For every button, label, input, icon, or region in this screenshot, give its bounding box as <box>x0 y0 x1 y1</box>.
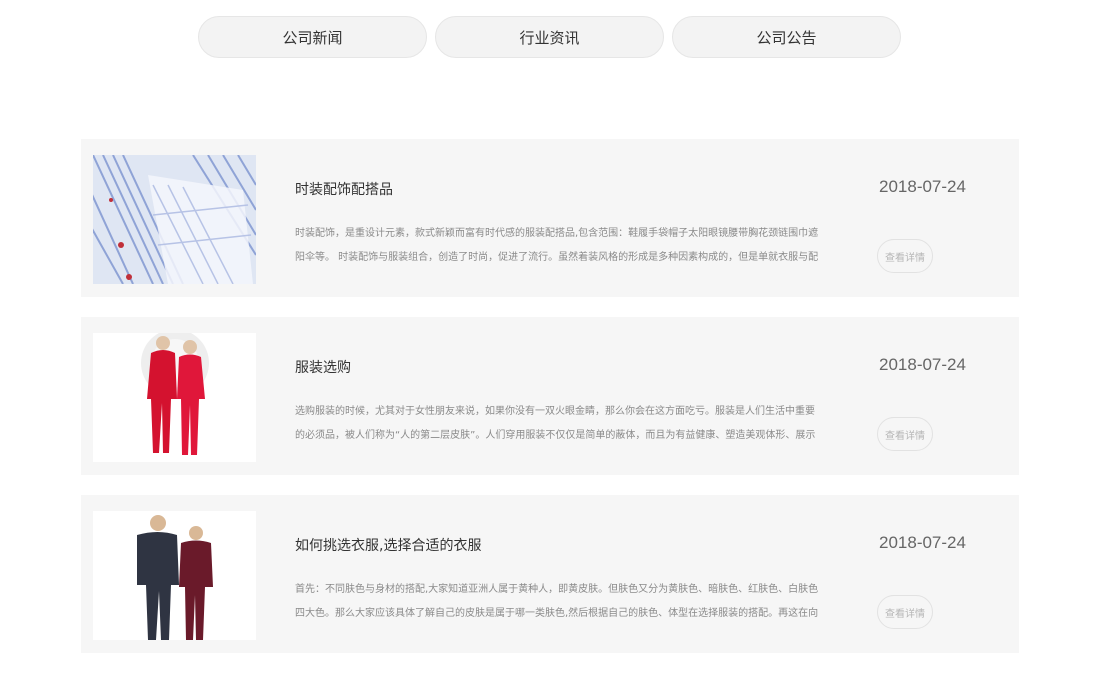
view-details-button[interactable]: 查看详情 <box>877 595 933 629</box>
news-title[interactable]: 服装选购 <box>295 357 351 377</box>
tab-company-announcement[interactable]: 公司公告 <box>672 16 901 58</box>
tab-company-news[interactable]: 公司新闻 <box>198 16 427 58</box>
red-thermal-couple-photo <box>93 333 256 462</box>
view-details-button[interactable]: 查看详情 <box>877 239 933 273</box>
tab-label: 行业资讯 <box>519 28 580 47</box>
news-summary: 选购服装的时候，尤其对于女性朋友来说，如果你没有一双火眼金睛，那么你会在这方面吃… <box>295 406 816 441</box>
news-summary: 首先：不同肤色与身材的搭配,大家知道亚洲人属于黄种人，即黄皮肤。但肤色又分为黄肤… <box>295 584 819 619</box>
news-date: 2018-07-24 <box>879 355 966 374</box>
news-title[interactable]: 如何挑选衣服,选择合适的衣服 <box>295 535 481 555</box>
news-thumbnail[interactable] <box>93 511 256 640</box>
news-date: 2018-07-24 <box>879 177 966 196</box>
news-list: 时装配饰配搭品 时装配饰，是重设计元素，款式新颖而富有时代感的服装配搭品,包含范… <box>81 139 1019 673</box>
news-thumbnail[interactable] <box>93 333 256 462</box>
news-category-tabs: 公司新闻 行业资讯 公司公告 <box>198 16 901 58</box>
news-item: 服装选购 选购服装的时候，尤其对于女性朋友来说，如果你没有一双火眼金睛，那么你会… <box>81 317 1019 475</box>
news-title[interactable]: 时装配饰配搭品 <box>295 179 393 199</box>
tab-label: 公司公告 <box>756 28 817 47</box>
news-thumbnail[interactable] <box>93 155 256 284</box>
tab-label: 公司新闻 <box>282 28 343 47</box>
news-date: 2018-07-24 <box>879 533 966 552</box>
striped-dress-photo <box>93 155 256 284</box>
view-details-button[interactable]: 查看详情 <box>877 417 933 451</box>
tab-industry-info[interactable]: 行业资讯 <box>435 16 664 58</box>
news-item: 时装配饰配搭品 时装配饰，是重设计元素，款式新颖而富有时代感的服装配搭品,包含范… <box>81 139 1019 297</box>
dark-thermal-couple-photo <box>93 511 256 640</box>
news-summary: 时装配饰，是重设计元素，款式新颖而富有时代感的服装配搭品,包含范围：鞋履手袋帽子… <box>295 228 819 263</box>
news-item: 如何挑选衣服,选择合适的衣服 首先：不同肤色与身材的搭配,大家知道亚洲人属于黄种… <box>81 495 1019 653</box>
